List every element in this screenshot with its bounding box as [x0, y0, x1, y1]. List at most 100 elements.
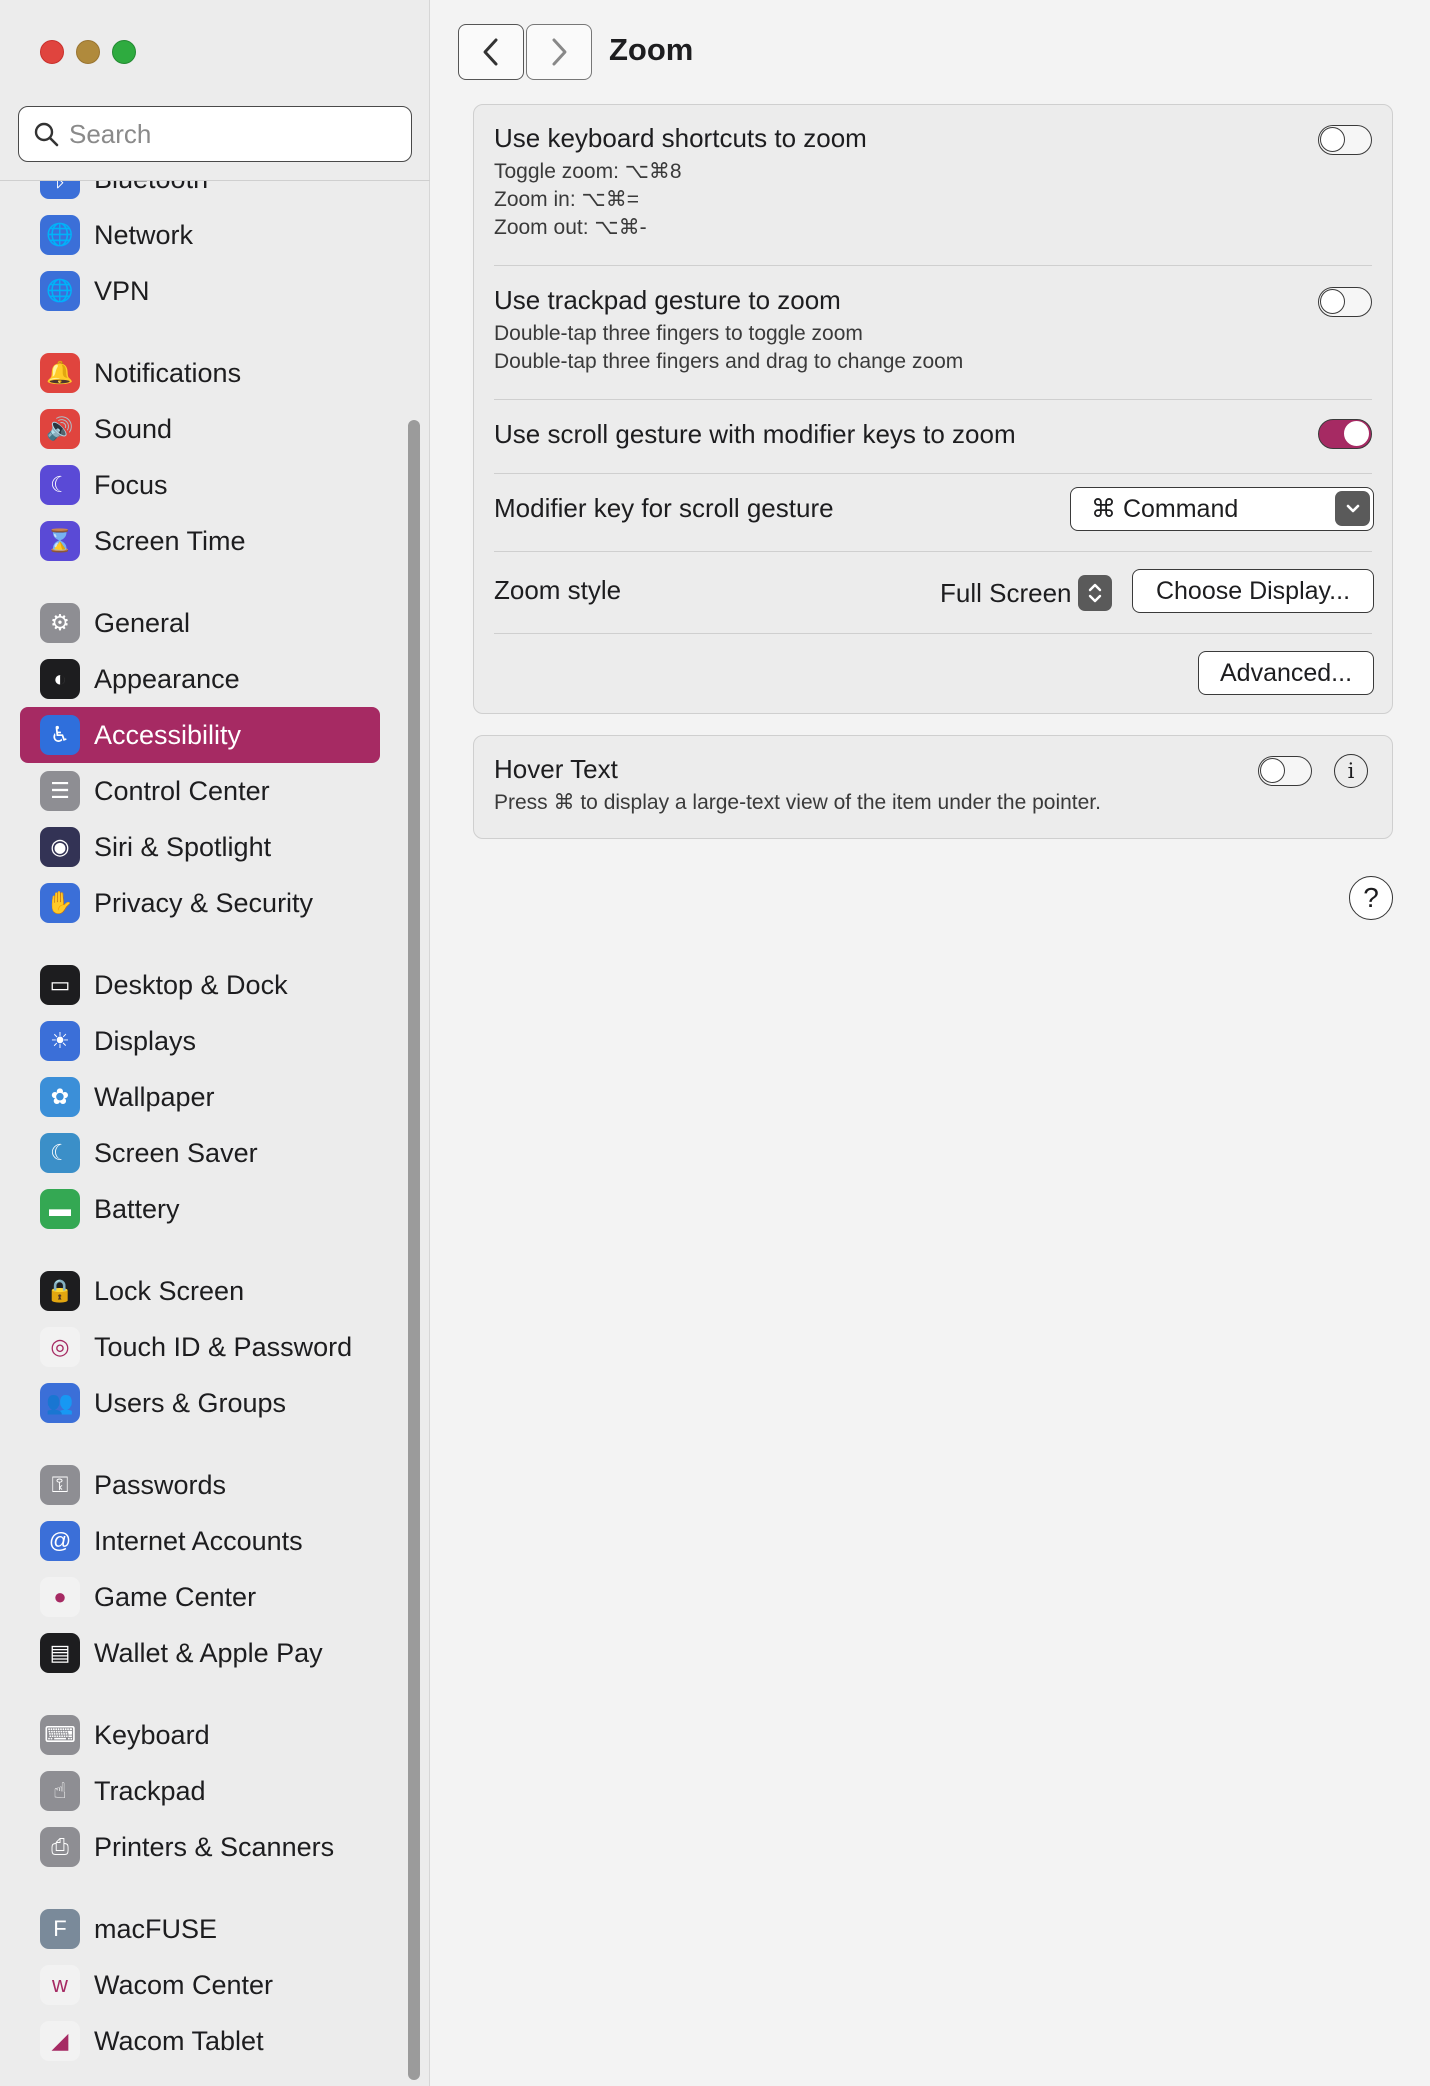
scroll-gesture-row: Use scroll gesture with modifier keys to…	[494, 419, 1372, 450]
flower-icon: ✿	[40, 1077, 80, 1117]
sidebar-list[interactable]: ᛒ Bluetooth 🌐 Network 🌐 VPN 🔔 Notifications 🔊 S…	[0, 181, 400, 2086]
sidebar-item-trackpad[interactable]: ☝ Trackpad	[20, 1763, 380, 1819]
sidebar-item-wallet-apple-pay[interactable]: ▤ Wallet & Apple Pay	[20, 1625, 380, 1681]
printer-icon: ⎙	[40, 1827, 80, 1867]
sidebar-group: 🔔 Notifications 🔊 Sound ☾ Focus ⌛ Screen Time	[0, 345, 400, 569]
sidebar-item-passwords[interactable]: ⚿ Passwords	[20, 1457, 380, 1513]
sidebar-item-privacy-security[interactable]: ✋ Privacy & Security	[20, 875, 380, 931]
sidebar-item-label: Control Center	[94, 775, 270, 806]
sidebar-item-control-center[interactable]: ☰ Control Center	[20, 763, 380, 819]
sidebar-item-label: macFUSE	[94, 1913, 218, 1944]
divider	[494, 265, 1372, 266]
sidebar-item-label: Privacy & Security	[94, 887, 314, 918]
zoom-style-popup[interactable]: Full Screen	[940, 575, 1112, 611]
info-icon[interactable]: i	[1334, 754, 1368, 788]
search-field[interactable]	[18, 106, 412, 162]
sidebar-item-displays[interactable]: ☀ Displays	[20, 1013, 380, 1069]
chevron-down-icon	[1335, 491, 1370, 526]
trackpad-line-2: Double-tap three fingers and drag to cha…	[494, 350, 964, 373]
close-window-button[interactable]	[40, 40, 64, 64]
back-button[interactable]	[458, 24, 524, 80]
sidebar-item-label: Touch ID & Password	[94, 1331, 353, 1362]
sidebar-item-wallpaper[interactable]: ✿ Wallpaper	[20, 1069, 380, 1125]
sidebar-item-label: Wacom Center	[94, 1969, 274, 2000]
globe-vpn-icon: 🌐	[40, 271, 80, 311]
trackpad-gesture-toggle[interactable]	[1318, 287, 1372, 317]
toggle-zoom-shortcut: Toggle zoom: ⌥⌘8	[494, 160, 682, 183]
sidebar-item-touch-id-password[interactable]: ◎ Touch ID & Password	[20, 1319, 380, 1375]
sidebar-item-vpn[interactable]: 🌐 VPN	[20, 263, 380, 319]
sidebar-item-label: Users & Groups	[94, 1387, 287, 1418]
sidebar-item-wacom-center[interactable]: w Wacom Center	[20, 1957, 380, 2013]
sidebar-item-internet-accounts[interactable]: @ Internet Accounts	[20, 1513, 380, 1569]
zoom-window-button[interactable]	[112, 40, 136, 64]
keyboard-icon: ⌨	[40, 1715, 80, 1755]
zoom-in-shortcut: Zoom in: ⌥⌘=	[494, 188, 639, 211]
sidebar-item-accessibility[interactable]: ♿ Accessibility	[20, 707, 380, 763]
at-icon: @	[40, 1521, 80, 1561]
fingerprint-icon: ◎	[40, 1327, 80, 1367]
hover-text-card: Hover Text Press ⌘ to display a large-te…	[473, 735, 1393, 839]
keyboard-shortcuts-toggle[interactable]	[1318, 125, 1372, 155]
sidebar-item-siri-spotlight[interactable]: ◉ Siri & Spotlight	[20, 819, 380, 875]
sidebar-item-printers-scanners[interactable]: ⎙ Printers & Scanners	[20, 1819, 380, 1875]
chevron-right-icon	[552, 38, 567, 66]
main-pane: Zoom Use keyboard shortcuts to zoom Togg…	[431, 0, 1430, 2086]
sidebar-item-label: Printers & Scanners	[94, 1831, 335, 1862]
sidebar-item-lock-screen[interactable]: 🔒 Lock Screen	[20, 1263, 380, 1319]
sidebar-item-game-center[interactable]: ● Game Center	[20, 1569, 380, 1625]
sidebar-item-label: Keyboard	[94, 1719, 210, 1750]
sidebar-scrollbar[interactable]	[408, 420, 420, 2080]
sidebar-item-macfuse[interactable]: FmacFUSE	[20, 1901, 380, 1957]
sidebar-item-screen-saver[interactable]: ☾ Screen Saver	[20, 1125, 380, 1181]
sidebar-item-network[interactable]: 🌐 Network	[20, 207, 380, 263]
sidebar-item-screen-time[interactable]: ⌛ Screen Time	[20, 513, 380, 569]
sidebar-group: ⚿ Passwords @ Internet Accounts ● Game Center…	[0, 1457, 400, 1681]
sidebar-item-wacom-tablet[interactable]: ◢ Wacom Tablet	[20, 2013, 380, 2069]
gamecenter-icon: ●	[40, 1577, 80, 1617]
modifier-key-select[interactable]: ⌘ Command	[1070, 487, 1374, 531]
sidebar-item-bluetooth[interactable]: ᛒ Bluetooth	[20, 181, 380, 207]
sidebar-item-general[interactable]: ⚙ General	[20, 595, 380, 651]
zoom-out-shortcut: Zoom out: ⌥⌘-	[494, 216, 647, 239]
sidebar-item-label: Internet Accounts	[94, 1525, 303, 1556]
minimize-window-button[interactable]	[76, 40, 100, 64]
advanced-button[interactable]: Advanced...	[1198, 651, 1374, 695]
bell-icon: 🔔	[40, 353, 80, 393]
hand-icon: ✋	[40, 883, 80, 923]
scroll-gesture-toggle[interactable]	[1318, 419, 1372, 449]
screensaver-icon: ☾	[40, 1133, 80, 1173]
sidebar-item-users-groups[interactable]: 👥 Users & Groups	[20, 1375, 380, 1431]
sidebar-item-label: Siri & Spotlight	[94, 831, 272, 862]
hover-text-toggle[interactable]	[1258, 756, 1312, 786]
sidebar-item-focus[interactable]: ☾ Focus	[20, 457, 380, 513]
search-input[interactable]	[69, 118, 369, 150]
sidebar-item-keyboard[interactable]: ⌨ Keyboard	[20, 1707, 380, 1763]
sidebar-item-label: Screen Saver	[94, 1137, 258, 1168]
trackpad-gesture-row: Use trackpad gesture to zoom Double-tap …	[494, 285, 1372, 376]
toggle-knob	[1260, 758, 1285, 783]
choose-display-button[interactable]: Choose Display...	[1132, 569, 1374, 613]
sidebar-item-label: Wallpaper	[94, 1081, 215, 1112]
sidebar-item-appearance[interactable]: ◐ Appearance	[20, 651, 380, 707]
sidebar-item-battery[interactable]: ▬ Battery	[20, 1181, 380, 1237]
trackpad-line-1: Double-tap three fingers to toggle zoom	[494, 322, 863, 345]
sidebar-item-desktop-dock[interactable]: ▭ Desktop & Dock	[20, 957, 380, 1013]
sun-icon: ☀	[40, 1021, 80, 1061]
speaker-icon: 🔊	[40, 409, 80, 449]
keyboard-shortcuts-row: Use keyboard shortcuts to zoom Toggle zo…	[494, 123, 1372, 242]
sidebar-item-label: Network	[94, 219, 194, 250]
sidebar-item-notifications[interactable]: 🔔 Notifications	[20, 345, 380, 401]
forward-button[interactable]	[526, 24, 592, 80]
sidebar-group: ⌨ Keyboard ☝ Trackpad ⎙ Printers & Scanners	[0, 1707, 400, 1875]
scroll-gesture-title: Use scroll gesture with modifier keys to…	[494, 419, 1016, 449]
sidebar-item-sound[interactable]: 🔊 Sound	[20, 401, 380, 457]
trackpad-icon: ☝	[40, 1771, 80, 1811]
window-controls	[40, 40, 136, 64]
sidebar-item-label: Appearance	[94, 663, 240, 694]
sidebar-item-label: Displays	[94, 1025, 197, 1056]
lock-icon: 🔒	[40, 1271, 80, 1311]
help-button[interactable]: ?	[1349, 876, 1393, 920]
sidebar-item-label: Sound	[94, 413, 173, 444]
siri-icon: ◉	[40, 827, 80, 867]
